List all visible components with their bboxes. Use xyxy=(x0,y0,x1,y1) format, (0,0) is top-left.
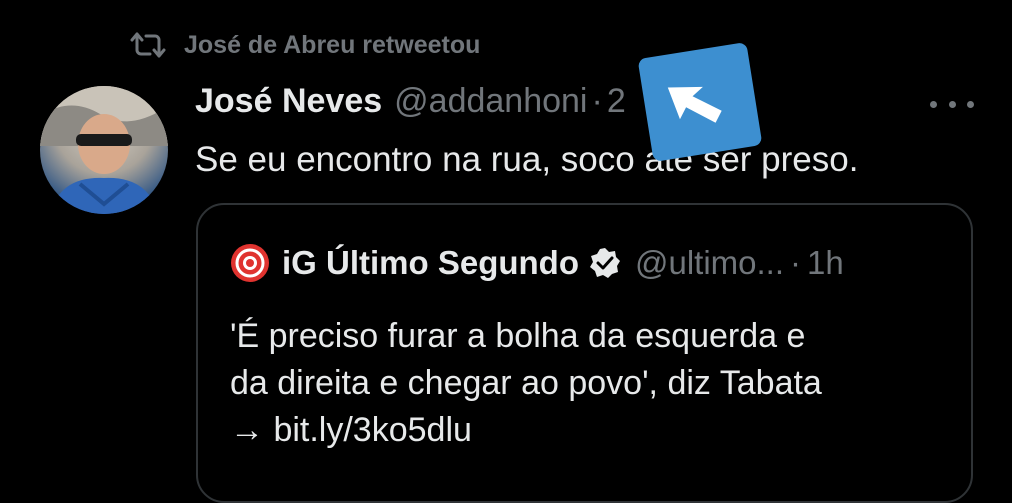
more-dot xyxy=(948,100,956,108)
quoted-author-handle[interactable]: @ultimo... xyxy=(635,244,784,282)
more-dot xyxy=(930,100,937,108)
retweet-label[interactable]: José de Abreu retweetou xyxy=(184,31,480,60)
retweet-icon xyxy=(130,32,166,58)
separator-dot: · xyxy=(790,244,802,281)
more-icon[interactable] xyxy=(930,96,974,112)
retweet-context[interactable]: José de Abreu retweetou xyxy=(130,30,480,60)
quoted-author-name[interactable]: iG Último Segundo xyxy=(282,244,579,282)
quoted-text-line: 'É preciso furar a bolha da esquerda e xyxy=(230,317,806,355)
quoted-text-line: da direita e chegar ao povo', diz Tabata xyxy=(230,364,822,402)
author-name[interactable]: José Neves xyxy=(195,82,382,121)
quoted-tweet[interactable]: iG Último Segundo @ultimo... · 1h 'É pre… xyxy=(196,203,973,503)
tweet-timestamp[interactable]: 2 xyxy=(607,82,626,121)
separator-dot: · xyxy=(591,82,603,120)
quoted-tweet-text: 'É preciso furar a bolha da esquerda e d… xyxy=(230,313,950,454)
quoted-timestamp[interactable]: 1h xyxy=(807,244,844,282)
more-dot xyxy=(967,100,974,108)
tweet-header: José Neves @addanhoni · 2 xyxy=(195,82,626,121)
tweet-text: Se eu encontro na rua, soco até ser pres… xyxy=(195,140,859,179)
verified-badge-icon xyxy=(589,248,620,278)
quoted-tweet-header: iG Último Segundo @ultimo... · 1h xyxy=(230,243,844,283)
quoted-link[interactable]: → bit.ly/3ko5dlu xyxy=(230,407,950,454)
avatar-photo xyxy=(40,86,168,214)
cursor-arrow-icon xyxy=(637,42,763,162)
avatar[interactable] xyxy=(40,86,168,214)
ig-logo-icon xyxy=(231,244,269,282)
author-handle[interactable]: @addanhoni xyxy=(394,82,587,121)
